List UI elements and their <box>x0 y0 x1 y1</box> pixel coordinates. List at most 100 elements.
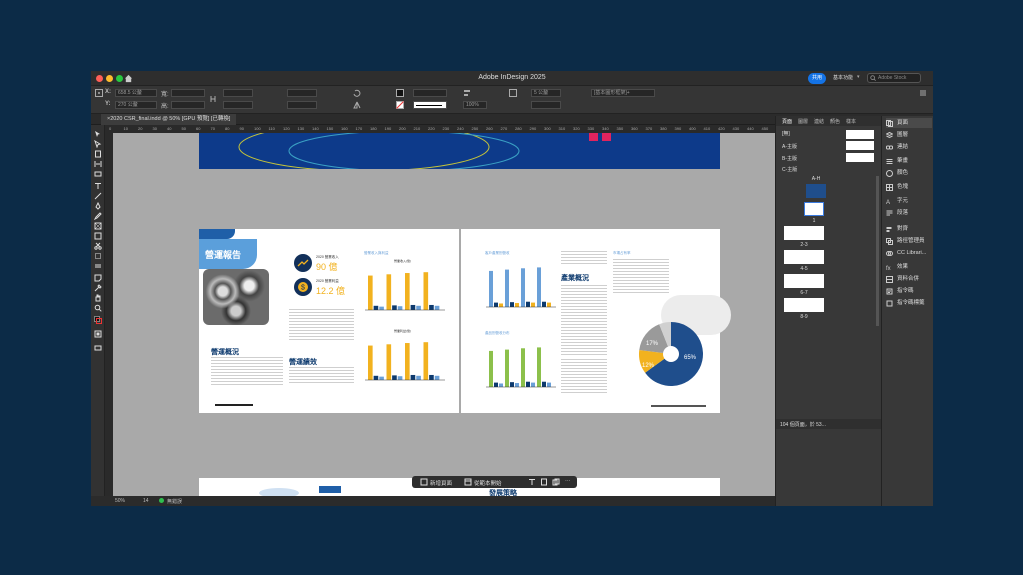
add-page-button[interactable]: 新增頁面 <box>430 479 452 487</box>
content-collector-icon[interactable] <box>94 170 102 178</box>
start-from-template-button[interactable]: 從範本開始 <box>474 479 502 487</box>
share-button[interactable]: 共用 <box>808 73 826 84</box>
dock-paragraph[interactable]: 段落 <box>886 208 908 218</box>
page-thumb-1[interactable] <box>804 202 824 216</box>
page-thumb-8-9[interactable] <box>784 298 824 312</box>
rotate-field[interactable] <box>287 89 317 97</box>
dock-swatches[interactable]: 色塊 <box>886 182 908 192</box>
window-maximize-button[interactable] <box>116 75 123 82</box>
eyedropper-tool-icon[interactable] <box>94 284 102 292</box>
stroke-none-icon[interactable] <box>396 101 404 109</box>
panel-menu-icon[interactable] <box>919 89 927 97</box>
gap-tool-icon[interactable] <box>94 160 102 168</box>
preflight-status[interactable]: 無錯誤 <box>167 498 182 505</box>
horizontal-ruler[interactable]: 0 10 20 30 40 50 60 70 80 90 100 110 120 130 140 150 160… <box>105 125 775 133</box>
line-tool-icon[interactable] <box>94 192 102 200</box>
y-position-field[interactable]: 270 公釐 <box>115 101 157 109</box>
type-tool-icon[interactable] <box>94 182 102 190</box>
master-a[interactable]: A-主版 <box>782 143 797 150</box>
home-icon[interactable] <box>124 74 133 83</box>
dock-data-merge[interactable]: 資料合併 <box>886 274 919 284</box>
note-tool-icon[interactable] <box>94 274 102 282</box>
selection-tool-icon[interactable] <box>94 130 102 138</box>
stroke-type-field[interactable] <box>413 101 447 109</box>
effect-field[interactable] <box>531 101 561 109</box>
zoom-tool-icon[interactable] <box>94 304 102 312</box>
free-transform-tool-icon[interactable] <box>94 252 102 260</box>
link-constrain-icon[interactable] <box>209 95 217 103</box>
vertical-ruler[interactable] <box>105 133 113 496</box>
scale-y-field[interactable] <box>223 101 253 109</box>
dock-character[interactable]: A 字元 <box>886 196 908 206</box>
master-c[interactable]: C-主版 <box>782 166 797 173</box>
page-thumb-6-7[interactable] <box>784 274 824 288</box>
scale-x-field[interactable] <box>223 89 253 97</box>
zoom-level[interactable]: 50% <box>115 498 125 504</box>
object-style-select[interactable]: [基本圖形框架]+ <box>591 89 655 97</box>
pages-scrollbar[interactable] <box>876 176 879 326</box>
dock-links[interactable]: 連結 <box>886 142 908 152</box>
type-icon[interactable] <box>528 478 536 486</box>
tab-links[interactable]: 連結 <box>814 118 824 125</box>
rectangle-frame-tool-icon[interactable] <box>94 222 102 230</box>
scissors-tool-icon[interactable] <box>94 242 102 250</box>
rectangle-tool-icon[interactable] <box>94 232 102 240</box>
spread-right-page[interactable]: 客戶產業別營收 產品別營收分布 產業概況 市場占有率 65% 12% 17% <box>461 229 731 413</box>
dock-scripts[interactable]: 指令碼 <box>886 286 914 296</box>
master-a-thumb[interactable] <box>846 141 874 150</box>
page-thumb-cover[interactable] <box>806 184 826 198</box>
shear-field[interactable] <box>287 101 317 109</box>
pencil-tool-icon[interactable] <box>94 212 102 220</box>
page-number[interactable]: 14 <box>143 498 149 504</box>
height-field[interactable] <box>171 101 205 109</box>
dock-script-label[interactable]: 指令碼標籤 <box>886 298 925 308</box>
gradient-tool-icon[interactable] <box>94 262 102 270</box>
dock-stroke[interactable]: 筆畫 <box>886 156 908 166</box>
fill-swatch-icon[interactable] <box>396 89 404 97</box>
dock-cc-libraries[interactable]: CC Librari... <box>886 248 926 258</box>
stock-search-input[interactable]: Adobe Stock <box>867 73 921 83</box>
dock-color[interactable]: 顏色 <box>886 168 908 178</box>
page-tool-icon[interactable] <box>94 150 102 158</box>
spread-left-page[interactable]: 營運報告 2020 營業收入 90 億 $ 2020 營業利益 12.2 億 營… <box>199 229 459 413</box>
tab-swatches[interactable]: 樣本 <box>846 118 856 125</box>
page-thumb-4-5[interactable] <box>784 250 824 264</box>
stroke-weight-field[interactable] <box>413 89 447 97</box>
normal-mode-icon[interactable] <box>94 330 102 338</box>
document-tab[interactable]: ×2020 CSR_final.indd @ 50% [GPU 預覽] [已轉換… <box>101 114 237 125</box>
master-b[interactable]: B-主版 <box>782 155 797 162</box>
frame-fit-icon[interactable] <box>509 89 517 97</box>
copy-icon[interactable] <box>552 478 560 486</box>
hand-tool-icon[interactable] <box>94 294 102 302</box>
dock-pages[interactable]: 頁面 <box>886 118 932 128</box>
window-close-button[interactable] <box>96 75 103 82</box>
dock-pathfinder[interactable]: 路徑管理員 <box>886 236 925 246</box>
master-none-thumb[interactable] <box>846 130 874 139</box>
direct-selection-tool-icon[interactable] <box>94 140 102 148</box>
fill-stroke-swatch-icon[interactable] <box>94 316 102 324</box>
tab-color[interactable]: 顏色 <box>830 118 840 125</box>
spread-top-cover[interactable] <box>199 133 720 169</box>
document-icon[interactable] <box>540 478 548 486</box>
rotate-cw-icon[interactable] <box>353 89 361 97</box>
x-position-field[interactable]: 658.5 公釐 <box>115 89 157 97</box>
tab-layers[interactable]: 圖層 <box>798 118 808 125</box>
more-options-icon[interactable]: ··· <box>565 478 571 484</box>
width-field[interactable] <box>171 89 205 97</box>
page-thumb-2-3[interactable] <box>784 226 824 240</box>
window-minimize-button[interactable] <box>106 75 113 82</box>
corner-size-field[interactable]: 5 公釐 <box>531 89 561 97</box>
reference-point-icon[interactable] <box>95 89 103 97</box>
opacity-field[interactable]: 100% <box>463 101 487 109</box>
dock-effects[interactable]: fx 效果 <box>886 262 908 272</box>
workspace-selector[interactable]: 基本功能 <box>833 74 853 81</box>
flip-icon[interactable] <box>353 101 361 109</box>
dock-align[interactable]: 對齊 <box>886 224 908 234</box>
screen-mode-icon[interactable] <box>94 344 102 352</box>
align-icon[interactable] <box>463 89 471 97</box>
dock-layers[interactable]: 圖層 <box>886 130 908 140</box>
document-canvas[interactable]: 營運報告 2020 營業收入 90 億 $ 2020 營業利益 12.2 億 營… <box>113 133 775 496</box>
tab-pages[interactable]: 頁面 <box>782 118 792 125</box>
pen-tool-icon[interactable] <box>94 202 102 210</box>
master-none[interactable]: [無] <box>782 130 790 137</box>
